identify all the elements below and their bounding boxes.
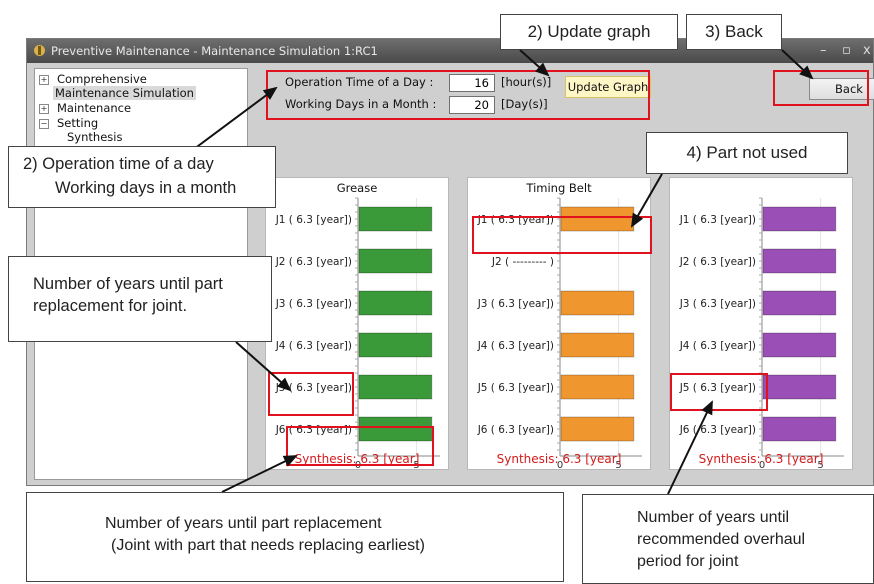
tree-item-setting[interactable]: − Setting <box>39 116 100 130</box>
tree-item-label: Comprehensive <box>57 72 147 86</box>
highlight-joint-years <box>268 372 354 416</box>
category-label: J4 ( 6.3 [year]) <box>275 340 352 352</box>
tree-item-maintenance[interactable]: + Maintenance <box>39 101 133 115</box>
callout-text: Working days in a month <box>55 179 237 197</box>
category-label: J2 ( 6.3 [year]) <box>679 256 756 268</box>
callout-text: 3) Back <box>705 22 763 41</box>
callout-text: 4) Part not used <box>686 143 808 162</box>
bar <box>358 374 433 400</box>
minimize-button[interactable]: – <box>820 39 827 63</box>
callout-update-graph: 2) Update graph <box>500 14 678 50</box>
category-label: J3 ( 6.3 [year]) <box>275 298 352 310</box>
bar <box>358 290 433 316</box>
chart-overhaul: J1 ( 6.3 [year]) J2 ( 6.3 [year]) J3 ( 6.3… <box>679 197 844 469</box>
bar <box>762 332 837 358</box>
highlight-overhaul-joint <box>670 373 768 411</box>
tree-item-label: Synthesis <box>67 130 123 144</box>
expand-icon[interactable]: + <box>39 74 49 85</box>
category-label: J1 ( 6.3 [year]) <box>679 214 756 226</box>
callout-text: Number of years until part replacement <box>105 515 382 532</box>
bar <box>560 332 635 358</box>
synthesis-label: Synthesis: 6.3 [year] <box>698 452 824 466</box>
callout-text: Number of years until part <box>33 275 223 293</box>
chart-panel-overhaul: J1 ( 6.3 [year]) J2 ( 6.3 [year]) J3 ( 6.3… <box>669 177 853 470</box>
tree-item-synthesis[interactable]: Synthesis <box>65 130 124 144</box>
category-label: J4 ( 6.3 [year]) <box>679 340 756 352</box>
window-title: Preventive Maintenance - Maintenance Sim… <box>51 44 378 58</box>
bar <box>762 374 837 400</box>
category-label: J1 ( 6.3 [year]) <box>275 214 352 226</box>
expand-icon[interactable]: + <box>39 103 49 114</box>
collapse-icon[interactable]: − <box>39 118 49 129</box>
callout-part-not-used: 4) Part not used <box>646 132 848 174</box>
category-label: J6 ( 6.3 [year]) <box>679 424 756 436</box>
callout-operation-time: 2) Operation time of a day Working days … <box>8 146 276 208</box>
category-label: J3 ( 6.3 [year]) <box>477 298 554 310</box>
app-icon <box>34 45 45 56</box>
category-label: J4 ( 6.3 [year]) <box>477 340 554 352</box>
synthesis-label: Synthesis: 6.3 [year] <box>496 452 622 466</box>
tree-item-label: Setting <box>57 116 99 130</box>
callout-text: Number of years until <box>637 509 790 526</box>
highlight-part-not-used <box>472 216 652 254</box>
bar <box>762 248 837 274</box>
category-label: J3 ( 6.3 [year]) <box>679 298 756 310</box>
bar <box>358 248 433 274</box>
category-label: J6 ( 6.3 [year]) <box>477 424 554 436</box>
highlight-synthesis <box>286 426 434 466</box>
bar <box>762 290 837 316</box>
category-label: J2 ( 6.3 [year]) <box>275 256 352 268</box>
category-label: J5 ( 6.3 [year]) <box>477 382 554 394</box>
tree-item-label: Maintenance Simulation <box>53 86 196 100</box>
category-label: J2 ( --------- ) <box>491 256 554 268</box>
callout-text: 2) Operation time of a day <box>23 155 214 173</box>
bar <box>560 416 635 442</box>
callout-joint-years: Number of years until part replacement f… <box>8 256 272 342</box>
main-content: Operation Time of a Day : 16 [hour(s)] W… <box>249 63 874 485</box>
maximize-button[interactable]: ▫ <box>842 39 851 63</box>
callout-synthesis: Number of years until part replacement (… <box>26 492 564 582</box>
callout-text: 2) Update graph <box>527 22 651 41</box>
close-button[interactable]: x <box>863 39 871 63</box>
callout-back: 3) Back <box>686 14 782 50</box>
bar <box>560 290 635 316</box>
callout-text: replacement for joint. <box>33 297 188 315</box>
bar <box>560 374 635 400</box>
tree-item-label: Maintenance <box>57 101 132 115</box>
bar <box>762 416 837 442</box>
callout-text: recommended overhaul <box>637 531 806 548</box>
bar <box>358 332 433 358</box>
tree-item-maintenance-simulation[interactable]: Maintenance Simulation <box>53 86 196 100</box>
bar <box>762 206 837 232</box>
callout-text: (Joint with part that needs replacing ea… <box>111 537 425 554</box>
highlight-inputs <box>266 70 650 120</box>
callout-overhaul: Number of years until recommended overha… <box>582 494 874 584</box>
highlight-back <box>773 70 869 106</box>
callout-text: period for joint <box>637 553 739 570</box>
bar <box>358 206 433 232</box>
tree-item-comprehensive[interactable]: + Comprehensive <box>39 72 149 86</box>
